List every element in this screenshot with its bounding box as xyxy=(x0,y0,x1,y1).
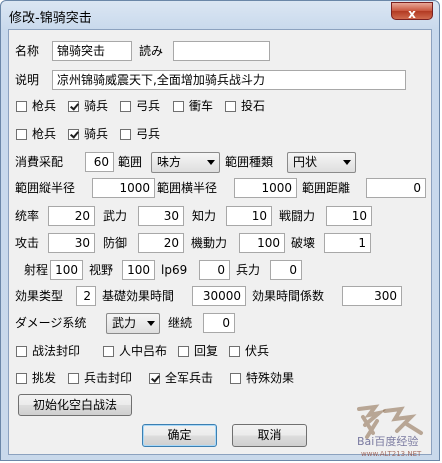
flag-all-army-attack-checkbox[interactable]: 全军兵击 xyxy=(149,371,213,385)
checkbox-box[interactable] xyxy=(225,101,236,112)
flag-recover-checkbox[interactable]: 回复 xyxy=(178,344,218,358)
watermark-logo: Bai百度经验 www.ALT213.NET xyxy=(357,404,423,458)
duration-coefficient-label: 効果時間係数 xyxy=(252,289,325,303)
range-select[interactable]: 味方 xyxy=(151,152,220,173)
range-type-select[interactable]: 円状 xyxy=(287,152,356,173)
checkbox-box-checked[interactable] xyxy=(68,101,79,112)
vertical-radius-input[interactable]: 1000 xyxy=(92,178,155,198)
leadership-input[interactable]: 20 xyxy=(48,206,95,226)
cost-input[interactable]: 60 xyxy=(85,152,114,172)
window-title: 修改-锦骑突击 xyxy=(9,11,92,26)
title-bar[interactable]: 修改-锦骑突击 x xyxy=(1,1,439,29)
ok-button[interactable]: 确定 xyxy=(142,424,217,447)
flag-taunt-checkbox[interactable]: 挑发 xyxy=(16,371,56,385)
mobility-input[interactable]: 100 xyxy=(239,233,285,253)
checkbox-box[interactable] xyxy=(229,346,240,357)
base-duration-label: 基礎効果時間 xyxy=(102,289,175,303)
checkbox-box[interactable] xyxy=(120,129,131,140)
checkbox-box[interactable] xyxy=(16,373,27,384)
flag-tactic-seal-checkbox[interactable]: 战法封印 xyxy=(16,344,80,358)
description-label: 说明 xyxy=(15,73,40,87)
description-input[interactable]: 凉州锦骑威震天下,全面增加骑兵战斗力 xyxy=(52,70,406,90)
mobility-label: 機動力 xyxy=(191,236,228,250)
unit2-cavalry-checkbox[interactable]: 骑兵 xyxy=(68,127,108,141)
chevron-down-icon xyxy=(207,160,215,165)
reading-input[interactable] xyxy=(173,41,270,61)
range-distance-label: 範囲距離 xyxy=(302,181,351,195)
damage-system-select[interactable]: 武力 xyxy=(106,313,160,334)
unit1-bow-checkbox[interactable]: 弓兵 xyxy=(120,99,160,113)
vertical-radius-label: 範囲縦半径 xyxy=(15,181,76,195)
chevron-down-icon xyxy=(343,160,351,165)
cost-label: 消費采配 xyxy=(15,155,64,169)
checkbox-box[interactable] xyxy=(230,373,241,384)
checkbox-box[interactable] xyxy=(103,346,114,357)
attack-input[interactable]: 30 xyxy=(48,233,95,253)
horizontal-radius-label: 範囲横半径 xyxy=(157,181,218,195)
checkbox-box[interactable] xyxy=(16,129,27,140)
strength-label: 武力 xyxy=(103,209,128,223)
defense-label: 防御 xyxy=(103,236,128,250)
flag-ambush-checkbox[interactable]: 伏兵 xyxy=(229,344,269,358)
range-stat-input[interactable]: 100 xyxy=(50,260,83,280)
watermark-url: www.ALT213.NET xyxy=(361,450,422,458)
unit2-bow-checkbox[interactable]: 弓兵 xyxy=(120,127,160,141)
range-label: 範囲 xyxy=(118,155,143,169)
checkbox-box-checked[interactable] xyxy=(68,129,79,140)
continue-input[interactable]: 0 xyxy=(203,313,235,333)
leadership-label: 统率 xyxy=(15,209,40,223)
checkbox-box[interactable] xyxy=(178,346,189,357)
destruction-label: 破壊 xyxy=(291,236,316,250)
unit1-catapult-checkbox[interactable]: 投石 xyxy=(225,99,265,113)
range-distance-input[interactable]: 0 xyxy=(366,178,426,198)
troops-label: 兵力 xyxy=(236,263,261,277)
vision-label: 视野 xyxy=(89,263,114,277)
combat-power-input[interactable]: 10 xyxy=(326,206,372,226)
dialog-client-area: 名称 锦骑突击 読み 说明 凉州锦骑威震天下,全面增加骑兵战斗力 枪兵 骑兵 弓… xyxy=(8,29,432,455)
base-duration-input[interactable]: 30000 xyxy=(192,286,246,306)
strength-input[interactable]: 30 xyxy=(138,206,184,226)
combat-power-label: 戦闘力 xyxy=(279,209,316,223)
troops-input[interactable]: 0 xyxy=(270,260,302,280)
range-type-label: 範囲種類 xyxy=(225,155,274,169)
unit2-spear-checkbox[interactable]: 枪兵 xyxy=(16,127,56,141)
flag-special-effect-checkbox[interactable]: 特殊効果 xyxy=(230,371,294,385)
dialog-window: 修改-锦骑突击 x 名称 锦骑突击 読み 说明 凉州锦骑威震天下,全面增加骑兵战… xyxy=(0,0,440,461)
intelligence-input[interactable]: 10 xyxy=(226,206,272,226)
destruction-input[interactable]: 1 xyxy=(324,233,371,253)
continue-label: 继続 xyxy=(168,316,193,330)
defense-input[interactable]: 20 xyxy=(138,233,184,253)
checkbox-box[interactable] xyxy=(16,101,27,112)
horizontal-radius-input[interactable]: 1000 xyxy=(234,178,297,198)
duration-coefficient-input[interactable]: 300 xyxy=(342,286,402,306)
effect-type-input[interactable]: 2 xyxy=(76,286,96,306)
reading-label: 読み xyxy=(139,44,164,58)
checkbox-box[interactable] xyxy=(68,373,79,384)
close-button[interactable]: x xyxy=(391,2,433,21)
checkbox-box[interactable] xyxy=(16,346,27,357)
checkbox-box[interactable] xyxy=(120,101,131,112)
effect-type-label: 効果类型 xyxy=(15,289,64,303)
intelligence-label: 知力 xyxy=(192,209,217,223)
init-blank-tactic-button[interactable]: 初始化空白战法 xyxy=(18,394,132,416)
watermark-text: Bai百度经验 xyxy=(357,434,418,448)
flag-lubu-checkbox[interactable]: 人中吕布 xyxy=(103,344,167,358)
range-stat-label: 射程 xyxy=(24,263,49,277)
lp69-input[interactable]: 0 xyxy=(199,260,230,280)
damage-system-label: ダメージ系统 xyxy=(15,316,87,330)
unit1-ram-checkbox[interactable]: 衝车 xyxy=(173,99,213,113)
unit1-spear-checkbox[interactable]: 枪兵 xyxy=(16,99,56,113)
cancel-button[interactable]: 取消 xyxy=(232,424,307,447)
unit1-cavalry-checkbox[interactable]: 骑兵 xyxy=(68,99,108,113)
vision-input[interactable]: 100 xyxy=(122,260,155,280)
checkbox-box-checked[interactable] xyxy=(149,373,160,384)
flag-troop-attack-seal-checkbox[interactable]: 兵击封印 xyxy=(68,371,132,385)
close-icon: x xyxy=(408,7,416,21)
attack-label: 攻击 xyxy=(15,236,40,250)
name-label: 名称 xyxy=(15,44,40,58)
chevron-down-icon xyxy=(147,321,155,326)
name-input[interactable]: 锦骑突击 xyxy=(52,41,132,61)
lp69-label: lp69 xyxy=(161,263,188,277)
checkbox-box[interactable] xyxy=(173,101,184,112)
